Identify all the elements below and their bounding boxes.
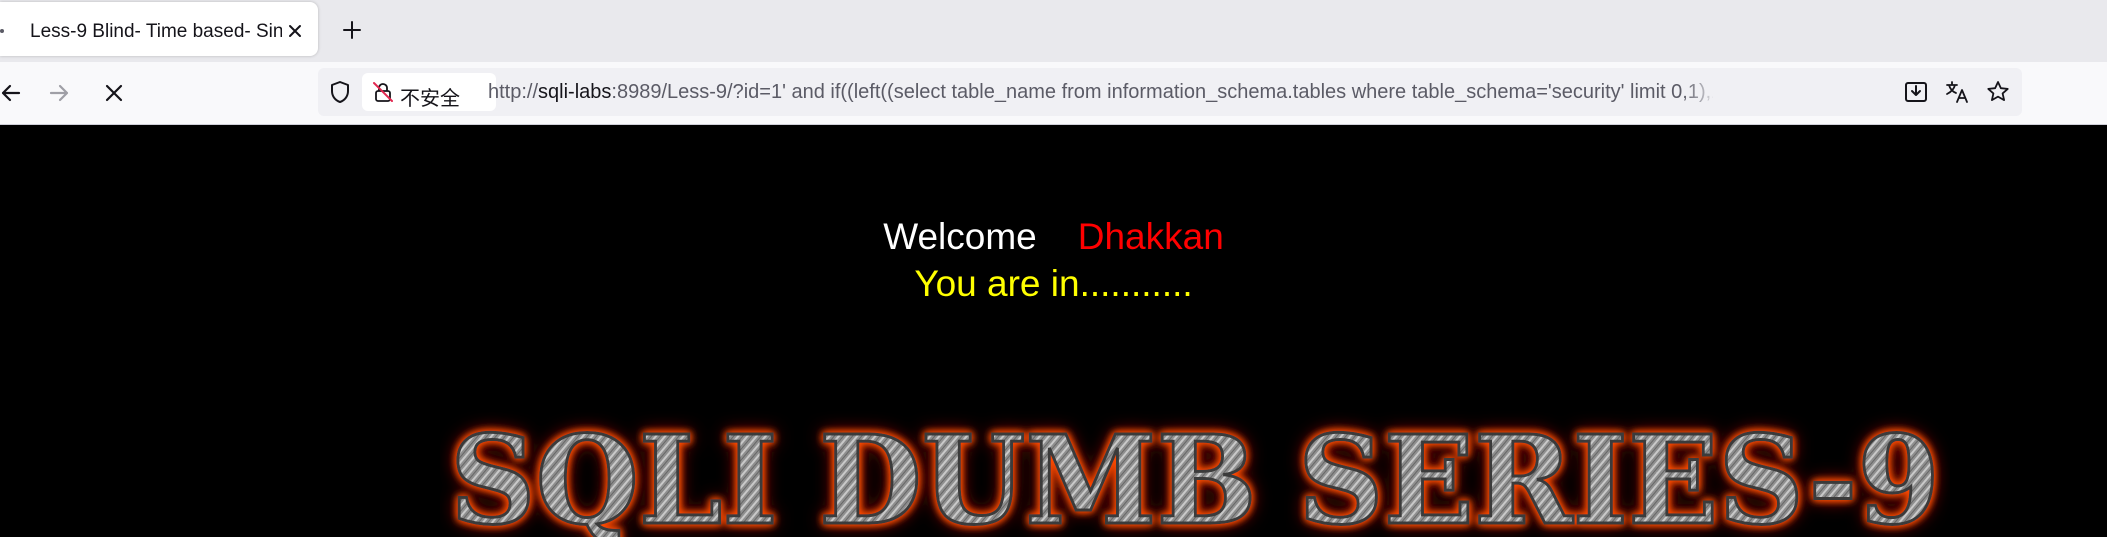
stop-loading-icon[interactable] (98, 77, 130, 109)
page-content: Welcome Dhakkan You are in........... SQ… (0, 125, 2107, 537)
welcome-line: Welcome Dhakkan (0, 215, 2107, 259)
arrow-right-icon[interactable] (44, 77, 76, 109)
url-scheme: http:// (488, 81, 539, 103)
insecure-label: 不安全 (400, 88, 460, 110)
address-bar[interactable]: 不安全 http://sqli-labs:8989/Less-9/?id=1' … (318, 68, 2022, 116)
close-icon[interactable] (284, 20, 306, 42)
navigation-toolbar: 不安全 http://sqli-labs:8989/Less-9/?id=1' … (0, 62, 2107, 125)
translate-icon[interactable] (1943, 78, 1971, 106)
url-text[interactable]: http://sqli-labs:8989/Less-9/?id=1' and … (488, 81, 1713, 104)
plus-icon[interactable] (338, 16, 366, 44)
insecure-lock-icon (373, 82, 393, 102)
star-icon[interactable] (1984, 78, 2012, 106)
save-to-pocket-icon[interactable] (1902, 78, 1930, 106)
browser-tab[interactable]: Less-9 Blind- Time based- Single Quotes-… (0, 2, 318, 56)
arrow-left-icon[interactable] (0, 77, 26, 109)
site-security-indicator[interactable]: 不安全 (362, 73, 496, 111)
url-path: :8989/Less-9/?id=1' and if((left((select… (611, 81, 1713, 103)
welcome-text: Welcome (883, 216, 1037, 257)
tab-strip: Less-9 Blind- Time based- Single Quotes-… (0, 0, 2107, 62)
login-status-message: You are in........... (914, 263, 1193, 304)
url-host: sqli-labs (538, 81, 612, 103)
sqli-dumb-series-banner: SQLI DUMB SERIES-9 (449, 407, 1942, 537)
banner-title: SQLI DUMB SERIES-9 (450, 408, 1940, 537)
tab-title: Less-9 Blind- Time based- Single Quotes-… (30, 21, 282, 42)
url-overflow-fade (1683, 72, 1718, 112)
username-text: Dhakkan (1077, 216, 1224, 257)
tab-loading-indicator (0, 29, 4, 33)
shield-icon[interactable] (326, 78, 354, 106)
